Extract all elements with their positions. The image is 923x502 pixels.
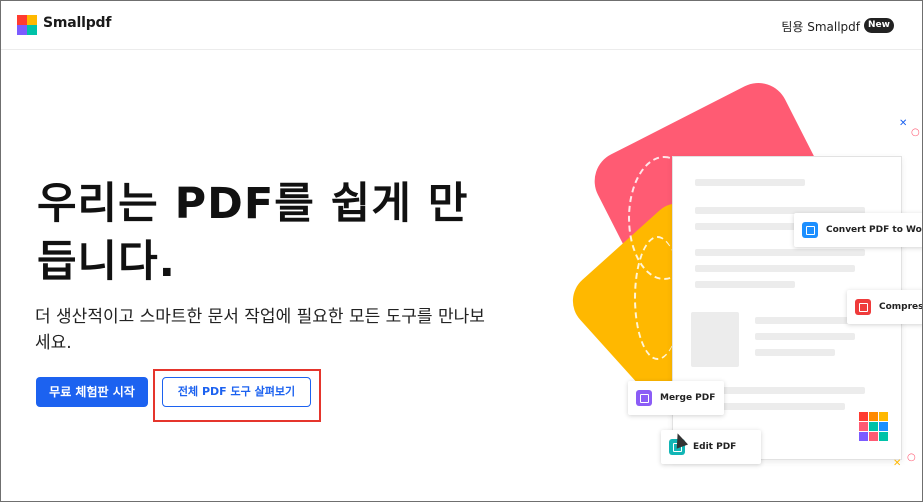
top-navigation: Smallpdf 팀용 Smallpdf New bbox=[1, 1, 922, 50]
sparkle-pink-icon: ○ bbox=[911, 127, 920, 138]
hero-subtitle-line-2: 세요. bbox=[35, 333, 72, 353]
hero-title: 우리는 PDF를 쉽게 만 듭니다. bbox=[37, 175, 507, 291]
sparkle-blue-icon: ✕ bbox=[899, 118, 908, 129]
start-free-trial-button[interactable]: 무료 체험판 시작 bbox=[36, 377, 148, 407]
merge-pdf-card[interactable]: Merge PDF bbox=[628, 381, 724, 415]
color-grid-icon bbox=[859, 412, 888, 441]
compress-card[interactable]: Compress bbox=[847, 290, 923, 324]
hero-subtitle: 더 생산적이고 스마트한 문서 작업에 필요한 모든 도구를 만나보 세요. bbox=[35, 304, 505, 356]
team-smallpdf-link[interactable]: 팀용 Smallpdf bbox=[781, 18, 860, 35]
explore-all-pdf-tools-button[interactable]: 전체 PDF 도구 살펴보기 bbox=[162, 377, 311, 407]
hero-subtitle-line-1: 더 생산적이고 스마트한 문서 작업에 필요한 모든 도구를 만나보 bbox=[35, 307, 485, 327]
brand-name[interactable]: Smallpdf bbox=[43, 15, 111, 31]
merge-pdf-label: Merge PDF bbox=[660, 393, 716, 403]
convert-word-icon bbox=[802, 222, 818, 238]
compress-icon bbox=[855, 299, 871, 315]
convert-pdf-to-word-card[interactable]: Convert PDF to Word bbox=[794, 213, 923, 247]
hero-title-line-2: 듭니다. bbox=[37, 237, 177, 287]
smallpdf-logo-icon[interactable] bbox=[17, 15, 37, 35]
browser-viewport: Smallpdf 팀용 Smallpdf New 우리는 PDF를 쉽게 만 듭… bbox=[0, 0, 923, 502]
hero-title-line-1: 우리는 PDF를 쉽게 만 bbox=[37, 179, 469, 229]
convert-pdf-to-word-label: Convert PDF to Word bbox=[826, 225, 923, 235]
merge-icon bbox=[636, 390, 652, 406]
compress-label: Compress bbox=[879, 302, 923, 312]
new-badge: New bbox=[864, 18, 894, 33]
edit-pdf-label: Edit PDF bbox=[693, 442, 737, 452]
sparkle-yellow-icon: ✕ bbox=[893, 458, 902, 469]
sparkle-pink-small-icon: ○ bbox=[907, 452, 916, 463]
